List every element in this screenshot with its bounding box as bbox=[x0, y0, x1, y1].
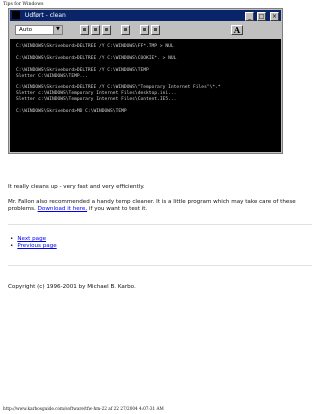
previous-page-link[interactable]: Previous page bbox=[17, 243, 56, 249]
nav-item-next: • Next page bbox=[10, 236, 57, 243]
maximize-icon: □ bbox=[257, 12, 267, 21]
minimize-icon: _ bbox=[245, 12, 255, 21]
divider bbox=[8, 224, 312, 225]
paragraph-cleanup: It really cleans up - very fast and very… bbox=[8, 184, 145, 190]
background-icon bbox=[151, 25, 160, 35]
paragraph-temp-cleaner-suffix: if you want to test it. bbox=[87, 206, 148, 213]
font-size-select: Auto ▼ bbox=[15, 25, 63, 35]
copy-icon bbox=[91, 25, 100, 35]
mark-icon bbox=[80, 25, 89, 35]
font-size-value: Auto bbox=[19, 27, 32, 33]
full-screen-icon bbox=[121, 25, 130, 35]
properties-icon bbox=[140, 25, 149, 35]
browser-footer: http://www.karbosguide.com/software/tfw-… bbox=[3, 406, 164, 411]
chevron-down-icon: ▼ bbox=[53, 26, 62, 34]
divider bbox=[8, 265, 312, 266]
dos-window-title: Udført - clean bbox=[24, 12, 66, 19]
dos-window-screenshot: Udført - clean _ □ × Auto ▼ A C:\WINDOWS… bbox=[8, 8, 283, 154]
bullet-icon: • bbox=[10, 243, 14, 250]
paragraph-temp-cleaner: Mr. Fallon also recommended a handy temp… bbox=[8, 199, 312, 213]
dos-titlebar: Udført - clean _ □ × bbox=[10, 10, 281, 21]
nav-item-previous: • Previous page bbox=[10, 243, 57, 250]
page-navigation: • Next page • Previous page bbox=[10, 236, 57, 250]
next-page-link[interactable]: Next page bbox=[17, 236, 46, 242]
browser-header: Tips for Windows bbox=[3, 2, 44, 7]
close-icon: × bbox=[270, 12, 279, 21]
msdos-icon bbox=[12, 11, 20, 19]
bullet-icon: • bbox=[10, 236, 14, 242]
font-icon: A bbox=[231, 25, 243, 35]
dos-toolbar: Auto ▼ A bbox=[10, 23, 281, 37]
console-output: C:\WINDOWS\Skrivebord>DELTREE /Y C:\WIND… bbox=[10, 39, 281, 152]
title-buttons: _ □ × bbox=[244, 11, 279, 21]
download-link[interactable]: Download it here, bbox=[38, 206, 88, 212]
paste-icon bbox=[102, 25, 111, 35]
copyright-notice: Copyright (c) 1996-2001 by Michael B. Ka… bbox=[8, 284, 136, 290]
